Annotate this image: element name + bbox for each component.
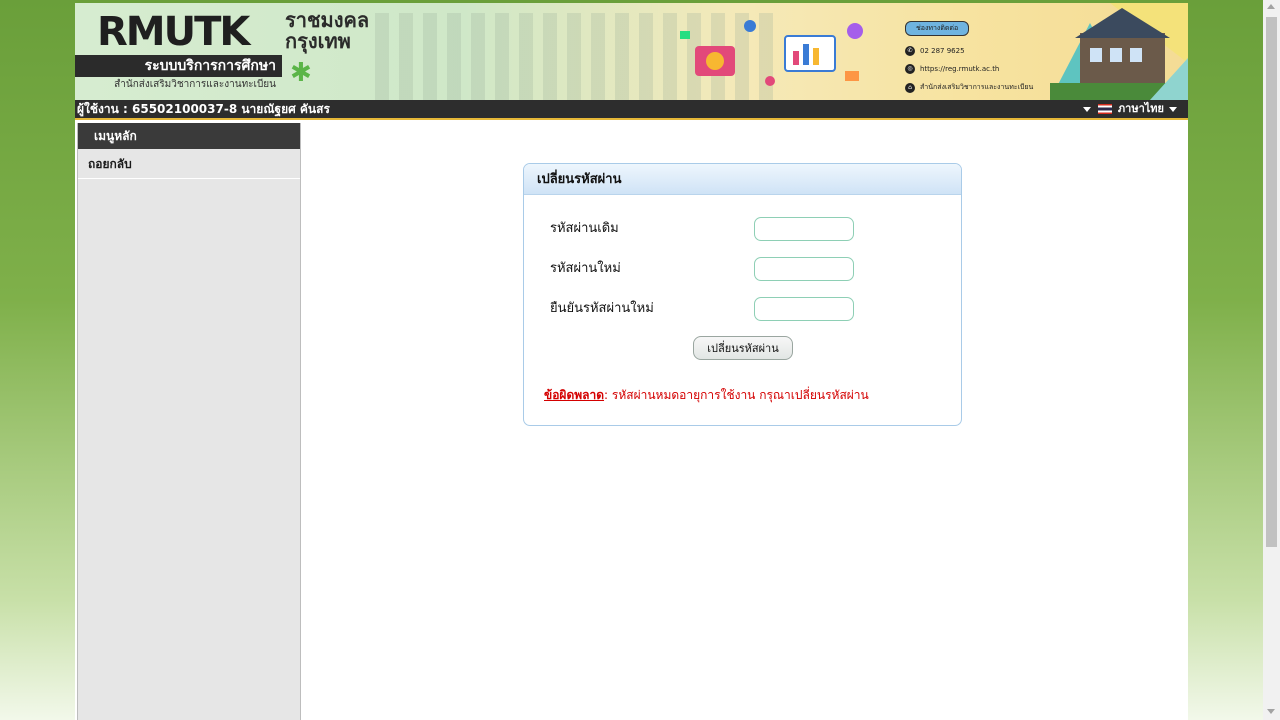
logo-thai-line1: ราชมงคล <box>285 8 370 32</box>
contact-web-row: ◎ https://reg.rmutk.ac.th <box>905 64 1035 74</box>
system-name: ระบบบริการการศึกษา <box>75 55 282 77</box>
thai-flag-icon <box>1097 104 1112 114</box>
change-password-button[interactable]: เปลี่ยนรหัสผ่าน <box>693 336 793 360</box>
leaf-star-icon: ✱ <box>290 58 312 88</box>
new-password-row: รหัสผ่านใหม่ <box>550 257 930 281</box>
scroll-down-arrow-icon[interactable] <box>1267 709 1275 714</box>
sidebar-menu: เมนูหลัก ถอยกลับ <box>77 123 301 720</box>
contact-tag: ช่องทางติดต่อ <box>905 21 970 36</box>
scroll-up-arrow-icon[interactable] <box>1267 4 1275 9</box>
new-password-label: รหัสผ่านใหม่ <box>550 261 621 276</box>
education-illustration <box>680 20 863 86</box>
confirm-password-row: ยืนยันรหัสผ่านใหม่ <box>550 297 930 321</box>
sidebar-title: เมนูหลัก <box>78 123 300 149</box>
sidebar-item-back[interactable]: ถอยกลับ <box>78 149 300 179</box>
error-text: : รหัสผ่านหมดอายุการใช้งาน กรุณาเปลี่ยนร… <box>604 388 869 402</box>
change-password-panel: เปลี่ยนรหัสผ่าน รหัสผ่านเดิม รหัสผ่านใหม… <box>523 163 962 426</box>
contact-phone-row: ✆ 02 287 9625 <box>905 46 1035 56</box>
phone-icon: ✆ <box>905 46 915 56</box>
contact-office-row: ⌂ สำนักส่งเสริมวิชาการและงานทะเบียน <box>905 82 1035 93</box>
contact-phone: 02 287 9625 <box>920 47 965 55</box>
contact-web: https://reg.rmutk.ac.th <box>920 65 1000 73</box>
rmutk-logo[interactable]: RMUTK <box>97 12 282 52</box>
new-password-input[interactable] <box>754 257 854 281</box>
panel-title: เปลี่ยนรหัสผ่าน <box>524 164 961 195</box>
scroll-thumb[interactable] <box>1266 17 1277 547</box>
contact-office: สำนักส่งเสริมวิชาการและงานทะเบียน <box>920 83 1034 91</box>
chevron-down-icon <box>1082 106 1091 112</box>
error-label: ข้อผิดพลาด <box>544 388 605 402</box>
user-bar: ผู้ใช้งาน : 65502100037-8 นายณัฐยศ คันสร… <box>75 100 1188 120</box>
home-icon: ⌂ <box>905 82 915 93</box>
office-name: สำนักส่งเสริมวิชาการและงานทะเบียน <box>114 79 276 90</box>
contact-panel: ช่องทางติดต่อ ✆ 02 287 9625 ◎ https://re… <box>905 21 1035 100</box>
language-selector[interactable]: ภาษาไทย <box>1078 100 1182 118</box>
error-message: ข้อผิดพลาด: รหัสผ่านหมดอายุการใช้งาน กรุ… <box>544 386 869 405</box>
confirm-password-label: ยืนยันรหัสผ่านใหม่ <box>550 301 654 316</box>
current-user-label: ผู้ใช้งาน : 65502100037-8 นายณัฐยศ คันสร <box>77 102 330 116</box>
globe-icon: ◎ <box>905 64 915 74</box>
logo-thai-name: ราชมงคล กรุงเทพ <box>285 10 369 52</box>
page-container: RMUTK ราชมงคล กรุงเทพ ระบบบริการการศึกษา… <box>75 3 1188 720</box>
page-scrollbar[interactable] <box>1263 0 1280 720</box>
logo-thai-line2: กรุงเทพ <box>285 29 351 53</box>
language-label: ภาษาไทย <box>1117 102 1164 115</box>
campus-building-image <box>1050 3 1188 100</box>
old-password-label: รหัสผ่านเดิม <box>550 221 619 236</box>
old-password-input[interactable] <box>754 217 854 241</box>
old-password-row: รหัสผ่านเดิม <box>550 217 930 241</box>
chevron-down-icon <box>1169 106 1177 112</box>
site-banner: RMUTK ราชมงคล กรุงเทพ ระบบบริการการศึกษา… <box>75 3 1188 100</box>
confirm-password-input[interactable] <box>754 297 854 321</box>
logo-text: RMUTK <box>97 9 250 55</box>
